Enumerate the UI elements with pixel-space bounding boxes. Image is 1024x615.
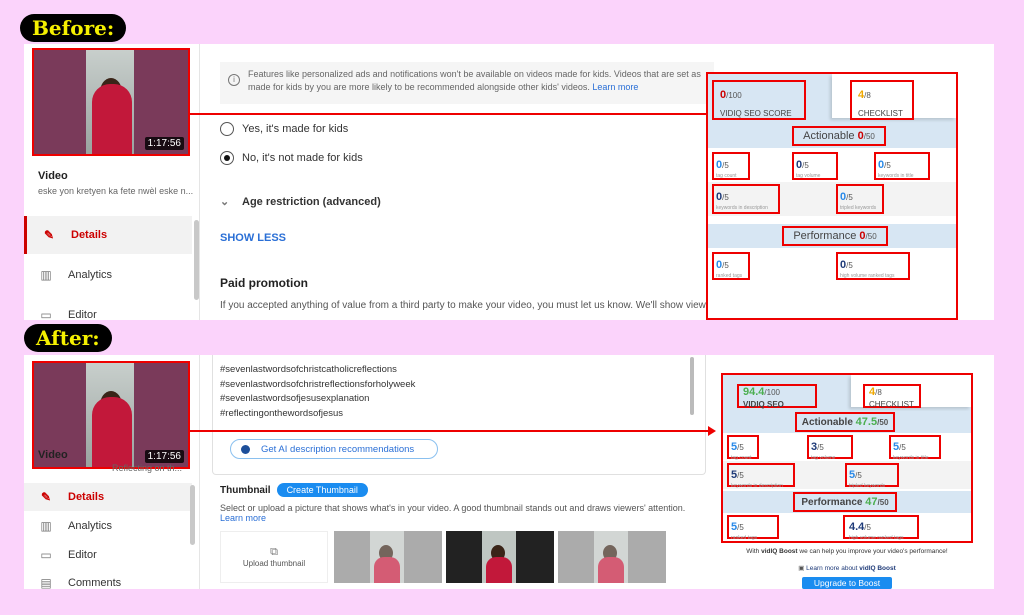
radio-made-for-kids[interactable]: Yes, it's made for kids bbox=[220, 122, 348, 136]
sidebar-item-editor[interactable]: ▭ Editor bbox=[24, 541, 192, 569]
thumbnail-option[interactable] bbox=[558, 531, 666, 583]
metric-ranked-tags: 0/5 ranked tags bbox=[712, 252, 750, 280]
hashtag-line: #sevenlastwordsofchristcatholicreflectio… bbox=[220, 364, 397, 375]
thumbnail-option[interactable] bbox=[334, 531, 442, 583]
seo-score: 94.4/100VIDIQ SEO SCORE bbox=[737, 384, 817, 421]
performance-score: Performance 47/50 bbox=[793, 492, 897, 512]
duration-badge: 1:17:56 bbox=[144, 450, 184, 463]
metric-tripled-keywords: 0/5 tripled keywords bbox=[836, 184, 884, 214]
video-label: Video bbox=[38, 449, 68, 461]
sidebar-item-comments[interactable]: ▤ Comments bbox=[24, 569, 192, 589]
metric-tag-count: 5/5 tag count bbox=[727, 435, 759, 461]
annotation-arrow bbox=[190, 109, 730, 119]
paid-promotion-text: If you accepted anything of value from a… bbox=[220, 300, 729, 311]
main-content: i Features like personalized ads and not… bbox=[204, 44, 728, 320]
metric-tripled-keywords: 5/5 tripled keywords bbox=[845, 463, 899, 489]
metric-ranked-tags: 5/5 ranked tags bbox=[727, 515, 779, 541]
metric-tag-volume: 0/5 tag volume bbox=[792, 152, 838, 180]
before-label: Before: bbox=[20, 14, 127, 42]
video-title: Reflecting on th... bbox=[112, 463, 183, 473]
boost-promo-text: With vidIQ Boost we can help you improve… bbox=[746, 548, 948, 555]
sidebar-item-analytics[interactable]: ▥ Analytics bbox=[24, 512, 192, 540]
paid-promotion-title: Paid promotion bbox=[220, 276, 308, 290]
video-thumbnail[interactable]: 1:17:56 bbox=[32, 48, 190, 156]
vidiq-seo-panel-after: 94.4/100VIDIQ SEO SCORE 4/8CHECKLIST Act… bbox=[721, 373, 973, 543]
metric-tag-volume: 3/5 tag volume bbox=[807, 435, 853, 461]
info-icon: i bbox=[228, 74, 240, 86]
ai-icon bbox=[241, 445, 250, 454]
description-scrollbar[interactable] bbox=[690, 357, 694, 415]
annotation-arrow bbox=[190, 426, 716, 436]
metric-keywords-in-title: 0/5 keywords in title bbox=[874, 152, 930, 180]
sidebar-scrollbar[interactable] bbox=[194, 220, 199, 300]
after-label: After: bbox=[24, 324, 112, 352]
sidebar-item-editor[interactable]: ▭ Editor bbox=[24, 296, 192, 320]
hashtag-line: #sevenlastwordsofchristreflectionsforhol… bbox=[220, 378, 416, 390]
analytics-icon: ▥ bbox=[40, 519, 52, 533]
metric-keywords-in-title: 5/5 keywords in title bbox=[889, 435, 941, 461]
radio-not-made-for-kids[interactable]: No, it's not made for kids bbox=[220, 151, 363, 165]
sidebar-item-details[interactable]: ✎ Details bbox=[24, 483, 192, 511]
thumbnail-description: Select or upload a picture that shows wh… bbox=[220, 503, 686, 523]
actionable-score: Actionable 0/50 bbox=[792, 126, 886, 146]
ai-description-button[interactable]: Get AI description recommendations bbox=[230, 439, 438, 459]
image-upload-icon: ⧉ bbox=[270, 546, 278, 558]
comments-icon: ▤ bbox=[40, 576, 52, 589]
hashtag-line: #reflectingonthewordsofjesus bbox=[220, 407, 344, 419]
upload-thumbnail-button[interactable]: ⧉ Upload thumbnail bbox=[220, 531, 328, 583]
sidebar-item-analytics[interactable]: ▥ Analytics bbox=[24, 256, 192, 294]
video-title: eske yon kretyen ka fete nwèl eske n... bbox=[38, 186, 194, 196]
age-restriction-toggle[interactable]: ⌄ Age restriction (advanced) bbox=[220, 195, 381, 209]
thumbnail-section: Thumbnail Create Thumbnail bbox=[220, 483, 368, 497]
editor-icon: ▭ bbox=[40, 308, 52, 320]
actionable-score: Actionable 47.5/50 bbox=[795, 412, 895, 432]
thumbnail-option-selected[interactable] bbox=[446, 531, 554, 583]
seo-score: 0/100 VIDIQ SEO SCORE bbox=[712, 80, 806, 120]
sidebar: 1:17:56 Video Reflecting on th... ✎ Detai… bbox=[24, 355, 200, 589]
learn-more-link[interactable]: Learn more bbox=[592, 82, 638, 92]
main-content: #sevenlastwordsofchristcatholicreflectio… bbox=[204, 355, 714, 589]
metric-high-volume-ranked-tags: 0/5 high volume ranked tags bbox=[836, 252, 910, 280]
video-label: Video bbox=[38, 170, 68, 182]
checklist-score[interactable]: 4/8 CHECKLIST bbox=[863, 384, 921, 409]
sidebar-scrollbar[interactable] bbox=[190, 485, 195, 545]
metric-keywords-in-description: 5/5 keywords in description bbox=[727, 463, 795, 489]
performance-score: Performance 0/50 bbox=[782, 226, 888, 246]
metric-keywords-in-description: 0/5 keywords in description bbox=[712, 184, 780, 214]
analytics-icon: ▥ bbox=[40, 268, 52, 282]
duration-badge: 1:17:56 bbox=[144, 137, 184, 150]
metric-tag-count: 0/5 tag count bbox=[712, 152, 750, 180]
upgrade-to-boost-button[interactable]: Upgrade to Boost bbox=[802, 577, 892, 589]
hashtag-line: #sevenlastwordsofjesusexplanation bbox=[220, 393, 370, 404]
pencil-icon: ✎ bbox=[40, 490, 52, 504]
chevron-down-icon: ⌄ bbox=[220, 196, 230, 208]
sidebar: 1:17:56 Video eske yon kretyen ka fete n… bbox=[24, 44, 200, 320]
create-thumbnail-button[interactable]: Create Thumbnail bbox=[276, 483, 368, 497]
checklist-score[interactable]: 4/8 CHECKLIST bbox=[850, 80, 914, 120]
sidebar-item-details[interactable]: ✎ Details bbox=[24, 216, 192, 254]
metric-high-volume-ranked-tags: 4.4/5 high volume ranked tags bbox=[843, 515, 919, 541]
vidiq-seo-panel-before: 0/100 VIDIQ SEO SCORE 4/8 CHECKLIST Action… bbox=[706, 72, 958, 320]
pencil-icon: ✎ bbox=[43, 228, 55, 242]
show-less-button[interactable]: SHOW LESS bbox=[220, 232, 286, 244]
editor-icon: ▭ bbox=[40, 548, 52, 562]
kids-info-box: i Features like personalized ads and not… bbox=[220, 62, 714, 104]
boost-learn-link[interactable]: ▣ Learn more about vidIQ Boost bbox=[722, 564, 972, 572]
boost-icon: ▣ bbox=[798, 565, 807, 572]
learn-more-link[interactable]: Learn more bbox=[220, 513, 266, 523]
